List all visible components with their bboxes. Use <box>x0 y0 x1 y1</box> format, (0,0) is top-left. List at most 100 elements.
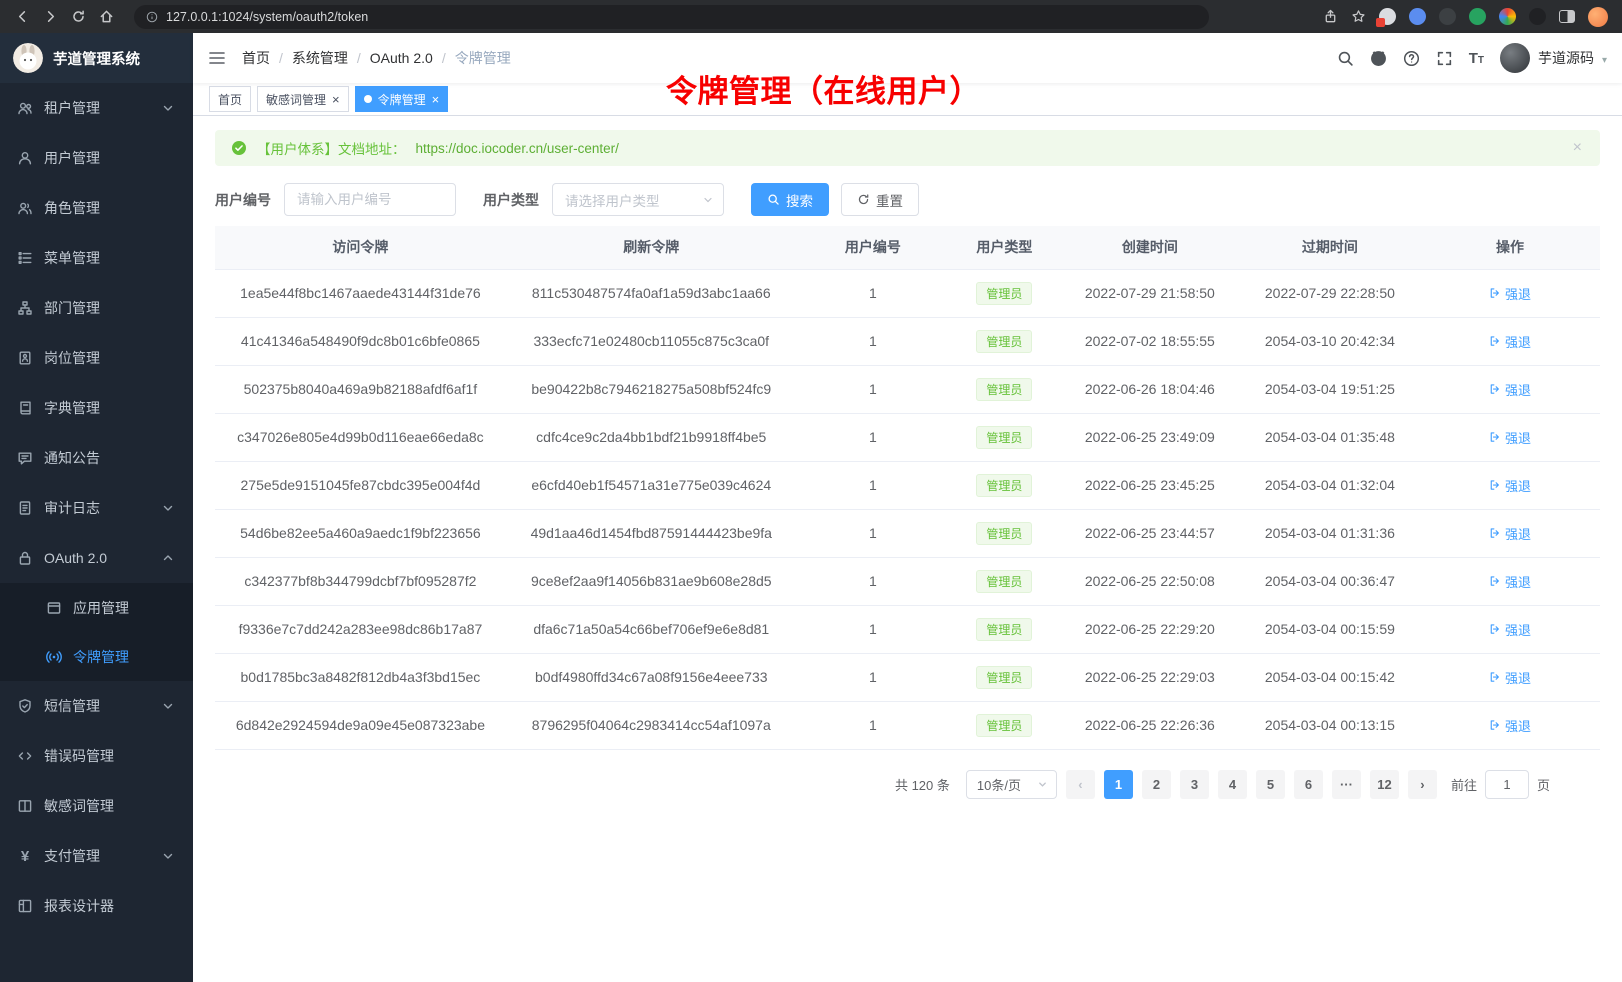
reset-button[interactable]: 重置 <box>841 183 919 216</box>
browser-chrome: 127.0.0.1:1024/system/oauth2/token <box>0 0 1622 33</box>
sidebar-item-label: 审计日志 <box>44 498 100 518</box>
github-icon[interactable] <box>1370 50 1387 67</box>
search-form: 用户编号 用户类型 请选择用户类型 搜索 重置 <box>215 183 1600 216</box>
force-logout-button[interactable]: 强退 <box>1489 428 1531 447</box>
error-code-icon <box>17 748 33 764</box>
user-id-cell: 1 <box>797 317 949 365</box>
extension-icon[interactable] <box>1409 8 1426 25</box>
sidebar-item-dict[interactable]: 字典管理 <box>0 383 193 433</box>
sidebar-item-audit-log[interactable]: 审计日志 <box>0 483 193 533</box>
extension-icon[interactable] <box>1439 8 1456 25</box>
sidebar-item-dept[interactable]: 部门管理 <box>0 283 193 333</box>
table-row: c347026e805e4d99b0d116eae66eda8c cdfc4ce… <box>215 413 1600 461</box>
breadcrumb-oauth[interactable]: OAuth 2.0 <box>370 50 433 66</box>
force-logout-button[interactable]: 强退 <box>1489 284 1531 303</box>
sidebar-item-sensitive-word[interactable]: 敏感词管理 <box>0 781 193 831</box>
logout-icon <box>1489 287 1501 299</box>
app-logo[interactable]: 芋道管理系统 <box>0 33 193 83</box>
tab-token-management[interactable]: 令牌管理 × <box>355 86 449 112</box>
user-id-input[interactable] <box>284 183 456 216</box>
extension-icon[interactable] <box>1379 8 1396 25</box>
access-token-cell: c347026e805e4d99b0d116eae66eda8c <box>215 413 506 461</box>
browser-profile-avatar[interactable] <box>1588 7 1608 27</box>
user-menu[interactable]: 芋道源码 ▾ <box>1500 43 1607 73</box>
page-button[interactable]: 3 <box>1180 770 1209 799</box>
expire-time-cell: 2054-03-04 00:15:42 <box>1240 653 1420 701</box>
page-button[interactable]: 4 <box>1218 770 1247 799</box>
doc-link[interactable]: https://doc.iocoder.cn/user-center/ <box>416 141 619 156</box>
sidebar-item-error-code[interactable]: 错误码管理 <box>0 731 193 781</box>
report-designer-icon <box>17 898 33 914</box>
sidebar-item-post[interactable]: 岗位管理 <box>0 333 193 383</box>
goto-page-input[interactable] <box>1485 770 1529 799</box>
more-pages-button[interactable]: ··· <box>1332 770 1361 799</box>
user-type-badge: 管理员 <box>976 378 1032 401</box>
user-id-cell: 1 <box>797 509 949 557</box>
page-button[interactable]: 6 <box>1294 770 1323 799</box>
sidebar-item-tenant[interactable]: 租户管理 <box>0 83 193 133</box>
pagination: 共 120 条 10条/页 ‹ 1 2 3 4 5 6 ··· 12 › 前往 … <box>215 770 1550 799</box>
sidebar-item-app-management[interactable]: 应用管理 <box>0 583 193 632</box>
user-type-select[interactable]: 请选择用户类型 <box>552 183 724 216</box>
page-button[interactable]: 1 <box>1104 770 1133 799</box>
search-button[interactable]: 搜索 <box>751 183 829 216</box>
forward-icon[interactable] <box>38 5 62 29</box>
sidebar-item-oauth[interactable]: OAuth 2.0 <box>0 533 193 583</box>
force-logout-button[interactable]: 强退 <box>1489 668 1531 687</box>
page-content: 【用户体系】文档地址： https://doc.iocoder.cn/user-… <box>193 116 1622 982</box>
force-logout-button[interactable]: 强退 <box>1489 332 1531 351</box>
share-icon[interactable] <box>1323 9 1338 24</box>
sidebar-item-menu[interactable]: 菜单管理 <box>0 233 193 283</box>
home-icon[interactable] <box>94 5 118 29</box>
next-page-button[interactable]: › <box>1408 770 1437 799</box>
extension-icon[interactable] <box>1529 8 1546 25</box>
breadcrumb-home[interactable]: 首页 <box>242 48 270 68</box>
bookmark-star-icon[interactable] <box>1351 9 1366 24</box>
back-icon[interactable] <box>10 5 34 29</box>
tab-home[interactable]: 首页 <box>209 86 251 112</box>
sidebar-item-token-management[interactable]: 令牌管理 <box>0 632 193 681</box>
sidebar-item-notice[interactable]: 通知公告 <box>0 433 193 483</box>
refresh-token-cell: 9ce8ef2aa9f14056b831ae9b608e28d5 <box>506 557 797 605</box>
url-text: 127.0.0.1:1024/system/oauth2/token <box>166 10 368 24</box>
extension-icon[interactable] <box>1469 8 1486 25</box>
page-button[interactable]: 5 <box>1256 770 1285 799</box>
table-row: 502375b8040a469a9b82188afdf6af1f be90422… <box>215 365 1600 413</box>
notice-icon <box>17 450 33 466</box>
extension-icon[interactable] <box>1499 8 1516 25</box>
sidebar-item-user[interactable]: 用户管理 <box>0 133 193 183</box>
refresh-token-cell: cdfc4ce9c2da4bb1bdf21b9918ff4be5 <box>506 413 797 461</box>
search-icon[interactable] <box>1337 50 1354 67</box>
app-icon <box>46 600 62 616</box>
reload-icon[interactable] <box>66 5 90 29</box>
tab-sensitive-word[interactable]: 敏感词管理 × <box>257 86 349 112</box>
close-icon[interactable]: × <box>332 93 340 106</box>
close-icon[interactable]: × <box>1573 140 1582 156</box>
close-icon[interactable]: × <box>432 93 440 106</box>
hamburger-icon[interactable] <box>208 49 226 67</box>
sidebar-item-sms[interactable]: 短信管理 <box>0 681 193 731</box>
sidebar-item-report-designer[interactable]: 报表设计器 <box>0 881 193 931</box>
force-logout-button[interactable]: 强退 <box>1489 716 1531 735</box>
breadcrumb-system[interactable]: 系统管理 <box>292 48 348 68</box>
split-view-icon[interactable] <box>1559 10 1575 23</box>
prev-page-button[interactable]: ‹ <box>1066 770 1095 799</box>
logout-icon <box>1489 719 1501 731</box>
fullscreen-icon[interactable] <box>1436 50 1453 67</box>
font-size-icon[interactable]: TT <box>1469 51 1484 66</box>
force-logout-button[interactable]: 强退 <box>1489 620 1531 639</box>
force-logout-button[interactable]: 强退 <box>1489 572 1531 591</box>
sidebar-item-role[interactable]: 角色管理 <box>0 183 193 233</box>
help-icon[interactable] <box>1403 50 1420 67</box>
extension-badge <box>1376 18 1385 27</box>
force-logout-button[interactable]: 强退 <box>1489 380 1531 399</box>
page-button[interactable]: 2 <box>1142 770 1171 799</box>
page-size-select[interactable]: 10条/页 <box>966 770 1057 799</box>
page-button[interactable]: 12 <box>1370 770 1399 799</box>
access-token-cell: 1ea5e44f8bc1467aaede43144f31de76 <box>215 269 506 317</box>
force-logout-button[interactable]: 强退 <box>1489 476 1531 495</box>
force-logout-button[interactable]: 强退 <box>1489 524 1531 543</box>
sidebar-item-payment[interactable]: ¥ 支付管理 <box>0 831 193 881</box>
address-bar[interactable]: 127.0.0.1:1024/system/oauth2/token <box>134 5 1209 29</box>
info-icon[interactable] <box>146 11 158 23</box>
